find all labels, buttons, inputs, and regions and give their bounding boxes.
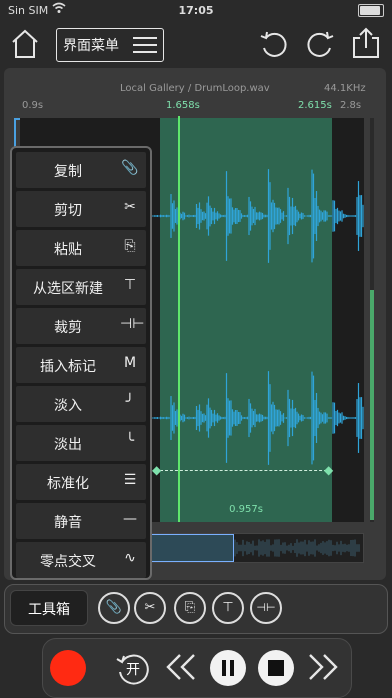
pause-bar-icon bbox=[230, 660, 234, 676]
fade-in-icon: ╯ bbox=[125, 394, 135, 410]
menu-button-label: 界面菜单 bbox=[63, 38, 119, 54]
selection-right-handle-icon[interactable]: ◆ bbox=[324, 463, 333, 477]
menu-item-label: 裁剪 bbox=[54, 320, 82, 336]
hamburger-icon bbox=[133, 37, 157, 58]
zero-crossing-icon: ∿ bbox=[124, 550, 136, 566]
toolbox-button[interactable]: 工具箱 bbox=[10, 590, 88, 626]
menu-item-silence[interactable]: 静音 — bbox=[16, 503, 146, 539]
view-start-time: 0.9s bbox=[22, 100, 44, 111]
top-bar: 界面菜单 bbox=[0, 22, 392, 68]
home-icon[interactable] bbox=[10, 28, 40, 64]
menu-item-scissors[interactable]: 剪切 ✂ bbox=[16, 191, 146, 227]
silence-icon: — bbox=[123, 511, 137, 527]
trim-icon: ⊣⊢ bbox=[120, 316, 145, 332]
overview-visible-range[interactable] bbox=[150, 534, 234, 562]
menu-item-trim[interactable]: 裁剪 ⊣⊢ bbox=[16, 308, 146, 344]
paste-icon[interactable]: ⎘ bbox=[174, 592, 206, 624]
fade-out-icon: ╰ bbox=[125, 433, 135, 449]
menu-item-label: 静音 bbox=[54, 515, 82, 531]
stop-button[interactable] bbox=[258, 650, 294, 686]
selection-duration: 0.957s bbox=[229, 504, 263, 515]
pause-bar-icon bbox=[222, 660, 226, 676]
menu-item-label: 零点交叉 bbox=[40, 554, 96, 570]
sample-rate: 44.1KHz bbox=[324, 83, 366, 94]
menu-item-label: 从选区新建 bbox=[33, 281, 103, 297]
view-end-time: 2.8s bbox=[340, 100, 362, 111]
menu-item-zero-crossing[interactable]: 零点交叉 ∿ bbox=[16, 542, 146, 578]
new-from-selection-icon: ⊤ bbox=[123, 277, 137, 293]
fast-forward-icon[interactable] bbox=[306, 652, 340, 686]
stop-icon bbox=[268, 660, 284, 676]
menu-item-label: 淡出 bbox=[54, 437, 82, 453]
menu-item-label: 淡入 bbox=[54, 398, 82, 414]
menu-item-label: 粘贴 bbox=[54, 242, 82, 258]
menu-item-label: 插入标记 bbox=[40, 359, 96, 375]
marker-icon: M bbox=[123, 355, 137, 371]
menu-item-fade-out[interactable]: 淡出 ╰ bbox=[16, 425, 146, 461]
redo-icon[interactable] bbox=[304, 28, 336, 64]
vertical-scroll-thumb[interactable] bbox=[370, 290, 374, 520]
toolbox-button-label: 工具箱 bbox=[28, 602, 70, 618]
loop-button-label: 开 bbox=[126, 662, 140, 678]
pause-button[interactable] bbox=[210, 650, 246, 686]
loop-button[interactable]: 开 bbox=[114, 648, 154, 692]
interface-menu-button[interactable]: 界面菜单 bbox=[56, 28, 164, 62]
share-icon[interactable] bbox=[350, 26, 382, 64]
record-button[interactable] bbox=[50, 650, 86, 686]
file-path: Local Gallery / DrumLoop.wav bbox=[120, 83, 270, 94]
selection-length-line bbox=[160, 470, 332, 471]
paperclip-icon[interactable]: 📎 bbox=[98, 592, 130, 624]
battery-icon bbox=[358, 4, 384, 17]
new-from-selection-icon[interactable]: ⊤ bbox=[212, 592, 244, 624]
playhead[interactable] bbox=[178, 116, 180, 522]
undo-icon[interactable] bbox=[258, 28, 290, 64]
selection-end-time: 2.615s bbox=[298, 100, 332, 111]
scissors-icon: ✂ bbox=[124, 199, 136, 215]
trim-icon[interactable]: ⊣⊢ bbox=[250, 592, 282, 624]
menu-item-marker[interactable]: 插入标记 M bbox=[16, 347, 146, 383]
menu-item-fade-in[interactable]: 淡入 ╯ bbox=[16, 386, 146, 422]
menu-item-label: 标准化 bbox=[47, 476, 89, 492]
paperclip-icon: 📎 bbox=[121, 160, 139, 176]
selection-left-handle-icon[interactable]: ◆ bbox=[152, 463, 161, 477]
rewind-icon[interactable] bbox=[164, 652, 198, 686]
menu-item-new-from-selection[interactable]: 从选区新建 ⊤ bbox=[16, 269, 146, 305]
scissors-icon[interactable]: ✂ bbox=[134, 592, 166, 624]
edit-context-menu: 复制 📎 剪切 ✂ 粘贴 ⎘ 从选区新建 ⊤ 裁剪 ⊣⊢ 插入标记 M 淡入 ╯ 淡出 ╰ 标准化 ☰ 静音 — 零点交… bbox=[10, 146, 152, 580]
menu-item-normalize[interactable]: 标准化 ☰ bbox=[16, 464, 146, 500]
clock: 17:05 bbox=[178, 4, 214, 17]
selection-start-time: 1.658s bbox=[166, 100, 200, 111]
paste-icon: ⎘ bbox=[124, 238, 136, 254]
menu-item-label: 复制 bbox=[54, 164, 82, 180]
normalize-icon: ☰ bbox=[123, 472, 137, 488]
status-bar: Sin SIM 17:05 bbox=[0, 0, 392, 20]
menu-item-paperclip[interactable]: 复制 📎 bbox=[16, 152, 146, 188]
menu-item-paste[interactable]: 粘贴 ⎘ bbox=[16, 230, 146, 266]
menu-item-label: 剪切 bbox=[54, 203, 82, 219]
